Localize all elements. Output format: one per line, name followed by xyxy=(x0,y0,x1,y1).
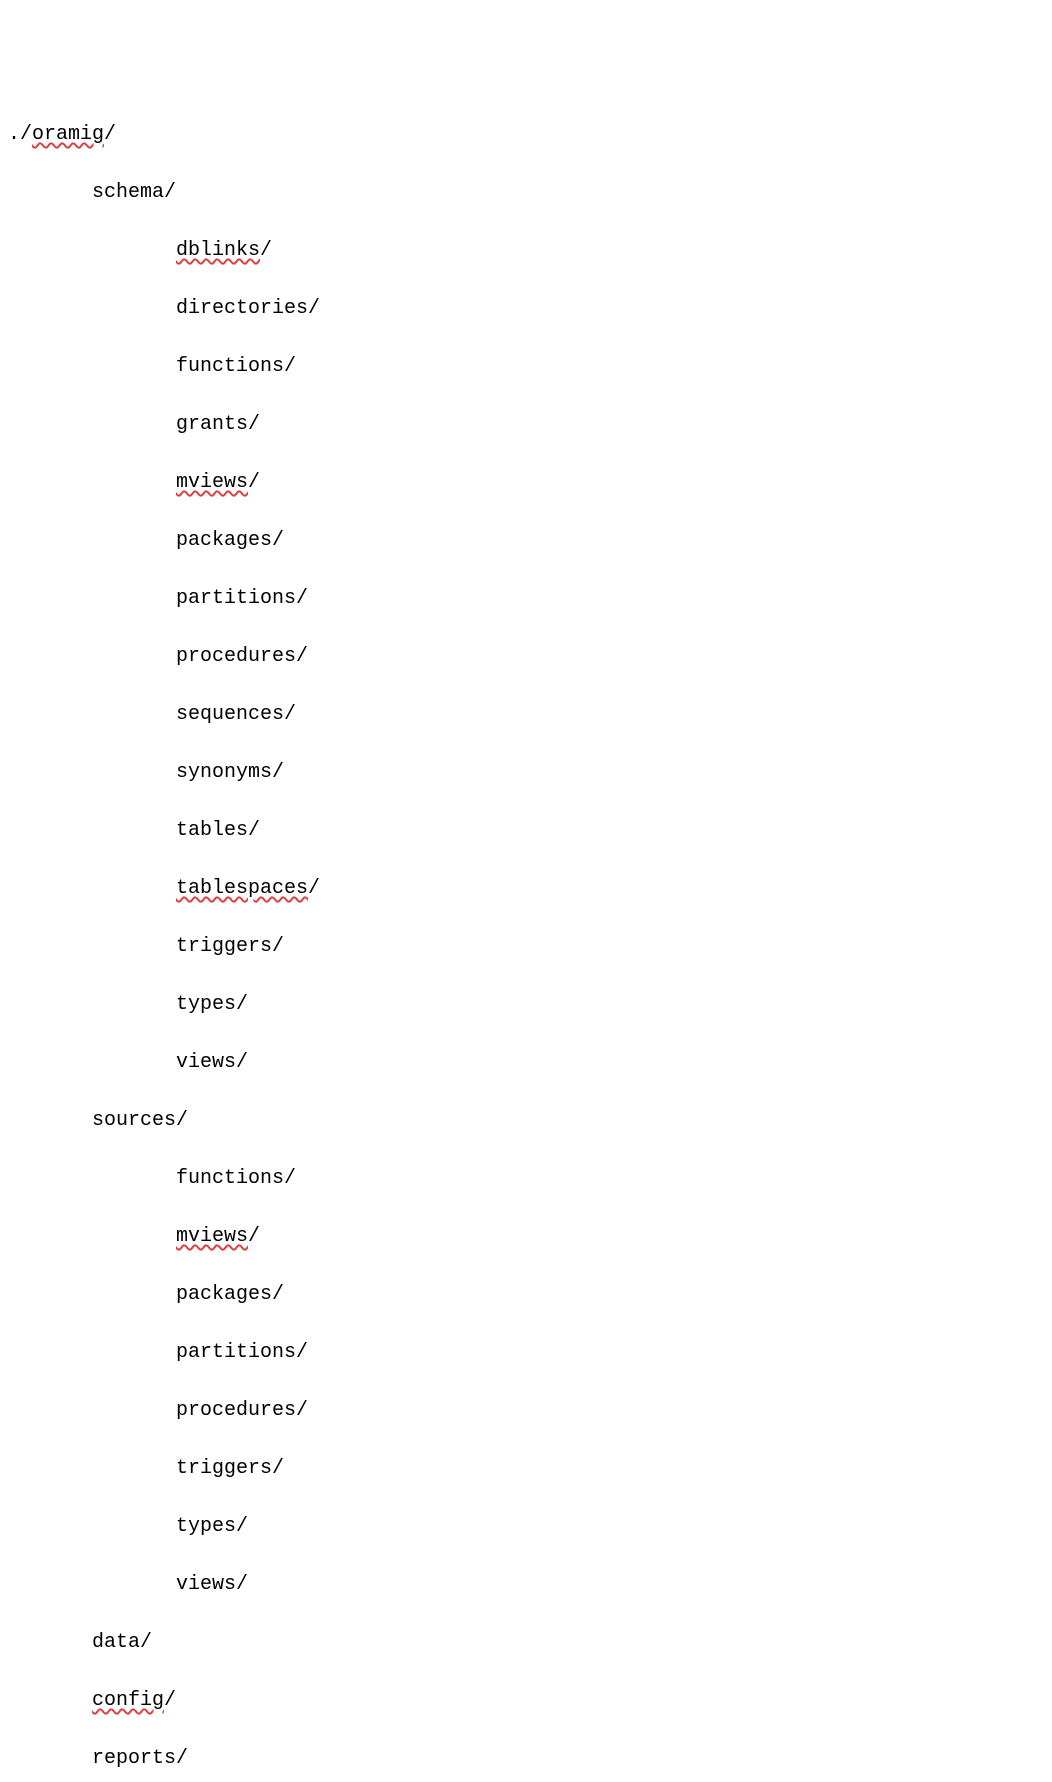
dir-level2: tablespaces/ xyxy=(8,874,1044,903)
dir-name: synonyms xyxy=(176,761,272,784)
dir-root-suffix: / xyxy=(104,123,116,146)
dir-level2: tables/ xyxy=(8,816,1044,845)
dir-name: procedures xyxy=(176,1399,296,1422)
dir-level2: views/ xyxy=(8,1048,1044,1077)
dir-suffix: / xyxy=(272,761,284,784)
dir-name: triggers xyxy=(176,935,272,958)
dir-suffix: / xyxy=(248,471,260,494)
dir-suffix: / xyxy=(248,1225,260,1248)
dir-suffix: / xyxy=(236,993,248,1016)
dir-suffix: / xyxy=(296,587,308,610)
dir-name: grants xyxy=(176,413,248,436)
dir-suffix: / xyxy=(236,1573,248,1596)
dir-level2: partitions/ xyxy=(8,1338,1044,1367)
dir-name: functions xyxy=(176,1167,284,1190)
dir-suffix: / xyxy=(308,877,320,900)
dir-level1: config/ xyxy=(8,1686,1044,1715)
dir-name: directories xyxy=(176,297,308,320)
dir-level2: functions/ xyxy=(8,352,1044,381)
dir-suffix: / xyxy=(164,181,176,204)
dir-suffix: / xyxy=(248,413,260,436)
dir-suffix: / xyxy=(284,703,296,726)
dir-root: ./oramig/ xyxy=(8,120,1044,149)
dir-suffix: / xyxy=(164,1689,176,1712)
dir-suffix: / xyxy=(272,935,284,958)
dir-name: types xyxy=(176,993,236,1016)
dir-name: partitions xyxy=(176,587,296,610)
dir-level2: grants/ xyxy=(8,410,1044,439)
dir-suffix: / xyxy=(260,239,272,262)
dir-name: partitions xyxy=(176,1341,296,1364)
dir-level2: types/ xyxy=(8,990,1044,1019)
dir-suffix: / xyxy=(272,1457,284,1480)
dir-level2: packages/ xyxy=(8,526,1044,555)
dir-level2: types/ xyxy=(8,1512,1044,1541)
dir-suffix: / xyxy=(248,819,260,842)
dir-level2: functions/ xyxy=(8,1164,1044,1193)
dir-level2: mviews/ xyxy=(8,1222,1044,1251)
dir-name: sequences xyxy=(176,703,284,726)
dir-suffix: / xyxy=(296,645,308,668)
dir-name: dblinks xyxy=(176,239,260,262)
dir-suffix: / xyxy=(140,1631,152,1654)
dir-level2: sequences/ xyxy=(8,700,1044,729)
dir-suffix: / xyxy=(176,1109,188,1132)
dir-level2: procedures/ xyxy=(8,1396,1044,1425)
dir-level1: reports/ xyxy=(8,1744,1044,1773)
dir-name: triggers xyxy=(176,1457,272,1480)
dir-suffix: / xyxy=(284,1167,296,1190)
dir-suffix: / xyxy=(296,1399,308,1422)
dir-root-prefix: ./ xyxy=(8,123,32,146)
dir-suffix: / xyxy=(308,297,320,320)
dir-name: procedures xyxy=(176,645,296,668)
dir-name: reports xyxy=(92,1747,176,1770)
dir-suffix: / xyxy=(236,1515,248,1538)
dir-suffix: / xyxy=(272,1283,284,1306)
dir-name: sources xyxy=(92,1109,176,1132)
dir-name: schema xyxy=(92,181,164,204)
dir-suffix: / xyxy=(236,1051,248,1074)
dir-suffix: / xyxy=(296,1341,308,1364)
dir-name: functions xyxy=(176,355,284,378)
dir-name: packages xyxy=(176,1283,272,1306)
dir-level2: dblinks/ xyxy=(8,236,1044,265)
dir-name: tablespaces xyxy=(176,877,308,900)
dir-suffix: / xyxy=(272,529,284,552)
dir-name: types xyxy=(176,1515,236,1538)
dir-suffix: / xyxy=(284,355,296,378)
dir-name: config xyxy=(92,1689,164,1712)
dir-level2: synonyms/ xyxy=(8,758,1044,787)
dir-level2: packages/ xyxy=(8,1280,1044,1309)
dir-level1: sources/ xyxy=(8,1106,1044,1135)
dir-level2: views/ xyxy=(8,1570,1044,1599)
dir-name: mviews xyxy=(176,471,248,494)
dir-name: views xyxy=(176,1573,236,1596)
dir-level2: triggers/ xyxy=(8,1454,1044,1483)
dir-name: data xyxy=(92,1631,140,1654)
dir-level2: directories/ xyxy=(8,294,1044,323)
dir-level2: partitions/ xyxy=(8,584,1044,613)
dir-root-name: oramig xyxy=(32,123,104,146)
dir-suffix: / xyxy=(176,1747,188,1770)
dir-level2: mviews/ xyxy=(8,468,1044,497)
dir-name: packages xyxy=(176,529,272,552)
dir-level2: triggers/ xyxy=(8,932,1044,961)
dir-level2: procedures/ xyxy=(8,642,1044,671)
dir-name: views xyxy=(176,1051,236,1074)
dir-name: mviews xyxy=(176,1225,248,1248)
dir-level1: data/ xyxy=(8,1628,1044,1657)
dir-name: tables xyxy=(176,819,248,842)
dir-level1: schema/ xyxy=(8,178,1044,207)
